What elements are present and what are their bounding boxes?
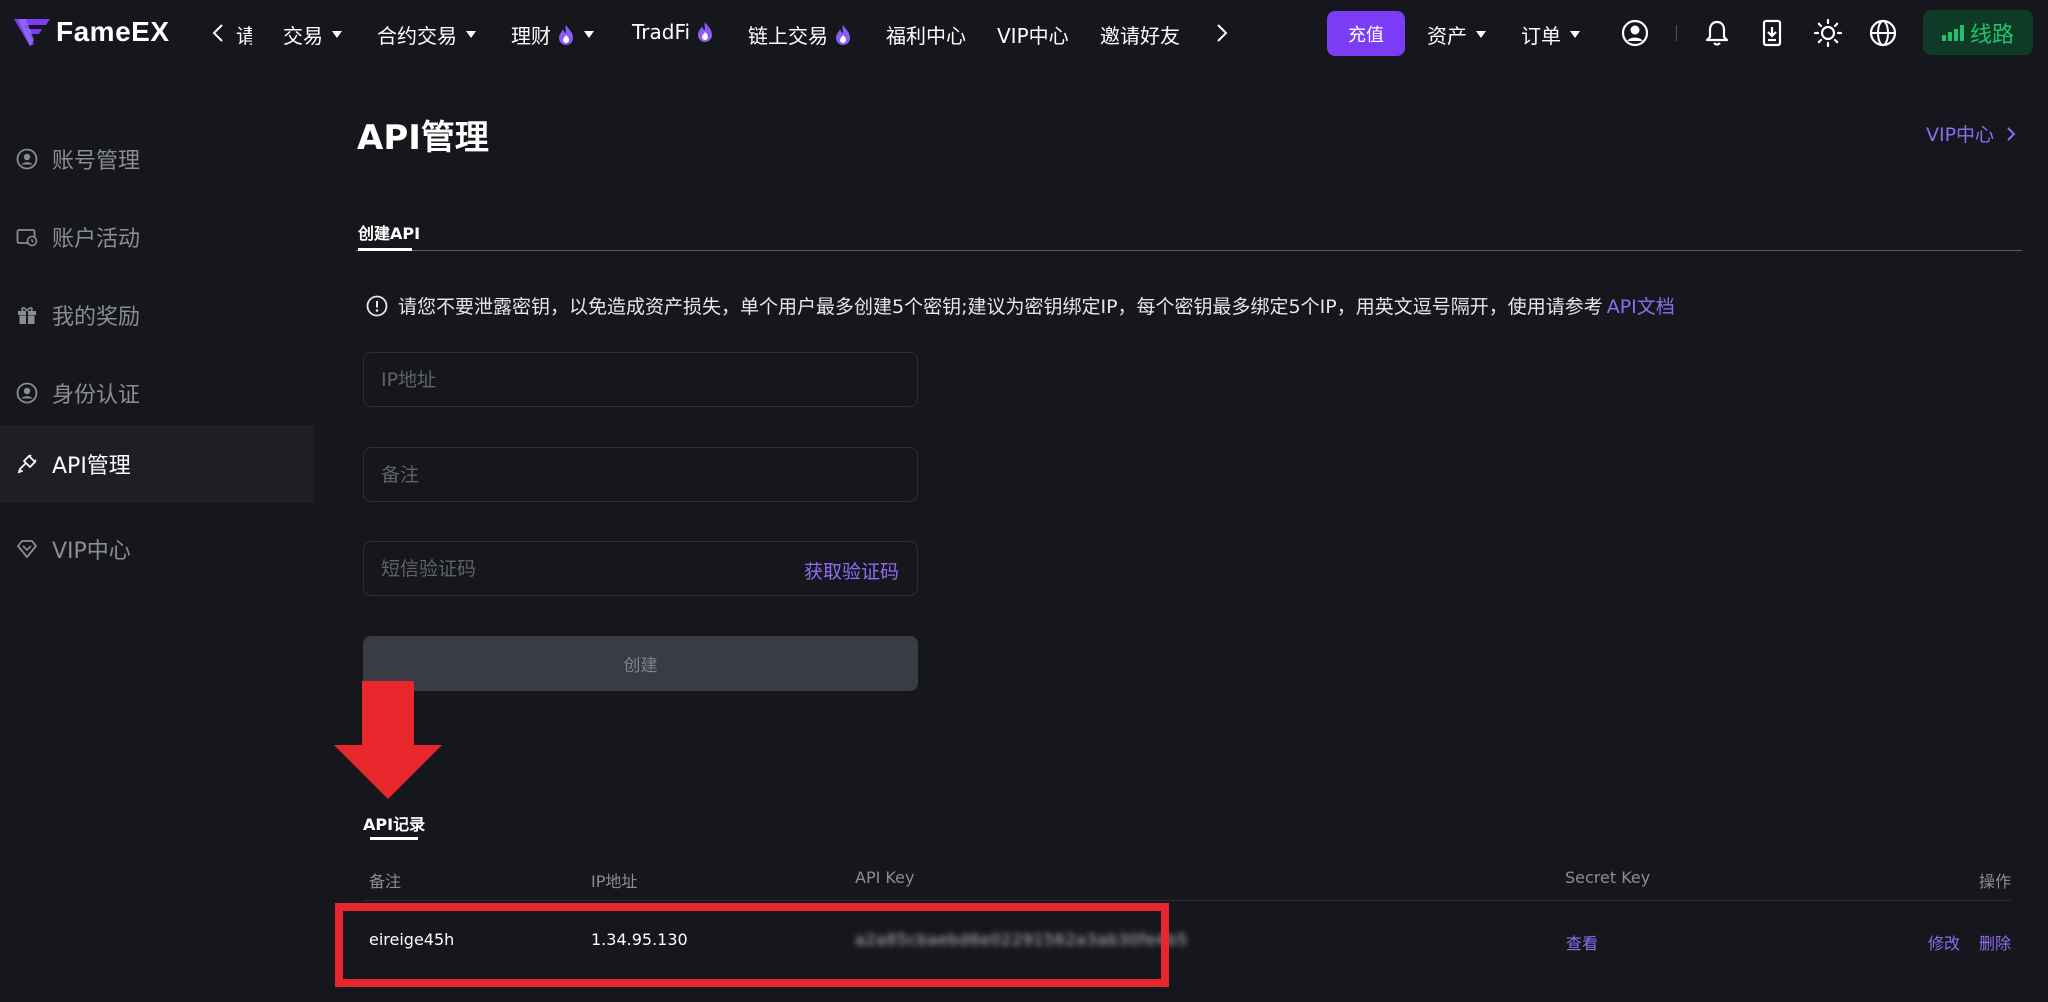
theme-sun-icon[interactable] [1813, 18, 1843, 48]
nav-vip-label: VIP中心 [997, 24, 1069, 48]
sidebar-item-label: 账号管理 [52, 149, 141, 174]
ip-address-input[interactable] [363, 352, 918, 407]
page-title: API管理 [357, 118, 489, 158]
fameex-logo[interactable]: FameEX [12, 16, 170, 48]
nav-scroll-right-icon[interactable] [1210, 18, 1234, 48]
tab-divider [356, 250, 2022, 251]
remark-input[interactable] [363, 447, 918, 502]
view-secret-key-link[interactable]: 查看 [1566, 930, 1598, 954]
header-divider [1676, 25, 1677, 41]
route-label: 线路 [1969, 22, 2014, 48]
nav-invite-label: 邀请好友 [1100, 24, 1180, 48]
caret-down-icon [584, 31, 594, 38]
active-tab-indicator [358, 248, 412, 251]
nav-onchain[interactable]: 链上交易 [748, 20, 852, 49]
nav-trade-label: 交易 [283, 24, 323, 48]
nav-tradfi[interactable]: TradFi [632, 20, 714, 44]
col-header-remark: 备注 [369, 872, 402, 891]
vip-center-link[interactable]: VIP中心 [1926, 120, 2016, 147]
gift-icon [18, 307, 36, 324]
fire-icon [559, 24, 573, 45]
api-notice: 请您不要泄露密钥，以免造成资产损失，单个用户最多创建5个密钥;建议为密钥绑定IP… [366, 292, 1675, 319]
nav-assets[interactable]: 资产 [1427, 20, 1486, 49]
top-navbar: FameEX 请 交易 合约交易 理财 TradFi 链上交易 福利中心 VIP… [0, 0, 2048, 66]
sidebar-item-label: 身份认证 [52, 383, 141, 408]
diamond-icon [17, 540, 37, 558]
delete-api-link[interactable]: 删除 [1979, 930, 2011, 954]
nav-invite-friends[interactable]: 邀请好友 [1100, 20, 1180, 49]
nav-item-clipped[interactable]: 请 [236, 20, 252, 49]
nav-orders-label: 订单 [1521, 24, 1561, 48]
create-api-button[interactable]: 创建 [363, 636, 918, 691]
fameex-logo-icon [14, 19, 50, 46]
get-sms-code-button[interactable]: 获取验证码 [804, 557, 899, 584]
nav-rewards-center[interactable]: 福利中心 [886, 20, 966, 49]
fire-icon [698, 22, 713, 42]
signal-bars-icon [1941, 24, 1964, 41]
chevron-right-icon [2007, 126, 2016, 141]
nav-tradfi-label: TradFi [632, 20, 691, 44]
nav-futures[interactable]: 合约交易 [377, 20, 476, 49]
nav-futures-label: 合约交易 [377, 24, 457, 48]
sidebar-item-vip[interactable]: VIP中心 [0, 510, 314, 588]
edit-api-link[interactable]: 修改 [1928, 930, 1960, 954]
wallet-clock-icon [16, 229, 38, 247]
api-records-title[interactable]: API记录 [363, 811, 425, 835]
cell-remark: eireige45h [369, 930, 455, 949]
cell-ip: 1.34.95.130 [591, 930, 688, 949]
table-header-divider [363, 900, 2011, 901]
nav-vip-center[interactable]: VIP中心 [997, 20, 1069, 49]
id-user-icon [16, 382, 38, 404]
sidebar-item-account[interactable]: 账号管理 [0, 120, 314, 198]
nav-onchain-label: 链上交易 [748, 24, 828, 48]
sidebar-item-label: 我的奖励 [52, 305, 141, 330]
cell-api-key-blurred: a2a85cbaebd6e02291562a3ab30fe4b5 [855, 930, 1188, 949]
deposit-button[interactable]: 充值 [1327, 11, 1405, 56]
nav-scroll-left-icon[interactable] [206, 18, 230, 48]
nav-rewards-label: 福利中心 [886, 24, 966, 48]
bell-icon[interactable] [1702, 18, 1732, 48]
caret-down-icon [1476, 31, 1486, 38]
download-app-icon[interactable] [1757, 18, 1787, 48]
col-header-api-key: API Key [855, 868, 915, 887]
sidebar-item-identity[interactable]: 身份认证 [0, 354, 314, 432]
route-selector-button[interactable]: 线路 [1923, 10, 2033, 55]
sidebar-item-activity[interactable]: 账户活动 [0, 198, 314, 276]
api-docs-link[interactable]: API文档 [1607, 292, 1675, 319]
col-header-secret-key: Secret Key [1565, 868, 1651, 887]
records-tab-indicator [370, 837, 418, 840]
globe-language-icon[interactable] [1868, 18, 1898, 48]
sidebar-item-label: 账户活动 [52, 227, 141, 252]
nav-assets-label: 资产 [1427, 24, 1467, 48]
api-plug-icon [17, 454, 37, 474]
nav-earn[interactable]: 理财 [511, 20, 594, 49]
annotation-arrow-icon [334, 681, 442, 799]
nav-earn-label: 理财 [511, 24, 551, 48]
notice-text: 请您不要泄露密钥，以免造成资产损失，单个用户最多创建5个密钥;建议为密钥绑定IP… [398, 296, 1603, 318]
caret-down-icon [332, 31, 342, 38]
info-circle-icon [366, 295, 388, 316]
nav-trade[interactable]: 交易 [283, 20, 342, 49]
caret-down-icon [1570, 31, 1580, 38]
sidebar-item-label: API管理 [52, 454, 131, 479]
sidebar-item-label: VIP中心 [52, 539, 131, 564]
logo-text: FameEX [56, 16, 170, 47]
vip-link-label: VIP中心 [1926, 124, 1995, 146]
fire-icon [836, 24, 850, 45]
col-header-ip: IP地址 [591, 872, 638, 891]
sidebar-item-rewards[interactable]: 我的奖励 [0, 276, 314, 354]
user-circle-icon [16, 148, 38, 170]
tab-create-api[interactable]: 创建API [358, 220, 420, 244]
col-header-actions: 操作 [1979, 872, 2012, 891]
nav-orders[interactable]: 订单 [1521, 20, 1580, 49]
caret-down-icon [466, 31, 476, 38]
sidebar-item-api[interactable]: API管理 [0, 425, 314, 503]
user-account-icon[interactable] [1620, 18, 1650, 48]
